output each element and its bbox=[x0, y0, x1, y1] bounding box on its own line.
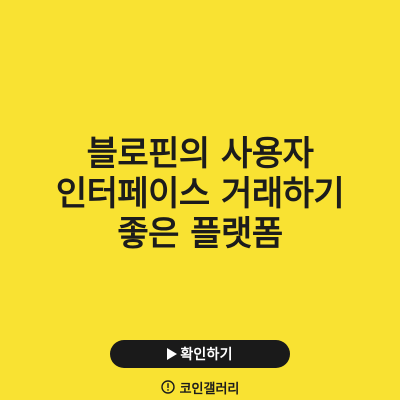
confirm-button-label: 확인하기 bbox=[180, 347, 233, 363]
play-icon bbox=[167, 348, 178, 360]
brand-name: 코인갤러리 bbox=[179, 381, 240, 397]
brand-footer: 코인갤러리 bbox=[0, 377, 400, 397]
title-line-2: 인터페이스 거래하기 bbox=[55, 174, 345, 214]
confirm-button[interactable]: 확인하기 bbox=[110, 340, 290, 368]
title-line-3: 좋은 플랫폼 bbox=[117, 214, 283, 254]
page-title: 블로핀의 사용자 인터페이스 거래하기 좋은 플랫폼 bbox=[0, 134, 400, 254]
title-line-1: 블로핀의 사용자 bbox=[86, 134, 314, 174]
alert-circle-icon bbox=[160, 380, 175, 394]
